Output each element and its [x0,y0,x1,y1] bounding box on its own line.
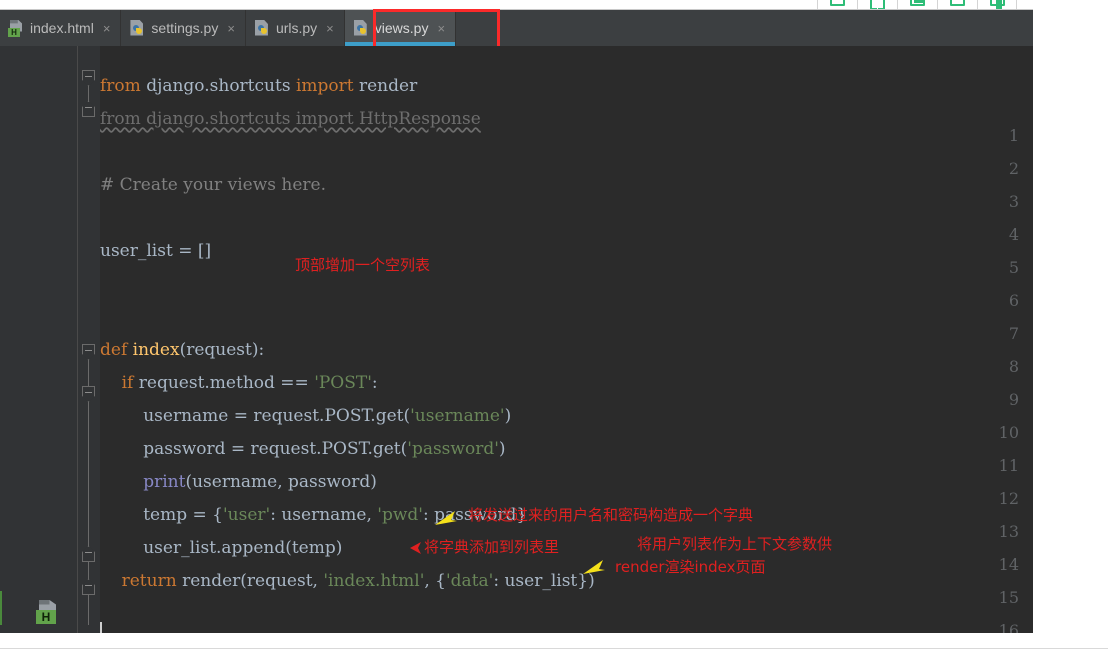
code-token: render [359,76,418,96]
code-token: from [100,76,147,96]
code-token: if [121,373,139,393]
coverage-button[interactable] [897,0,937,9]
fold-connector [88,86,89,102]
close-icon[interactable]: × [227,22,235,35]
code-token: 'user' [223,505,271,525]
code-token: (username, password) [185,472,377,492]
html-file-icon: H [8,19,24,37]
code-token: index [132,340,180,360]
code-token: 'index.html' [323,571,425,591]
coverage-icon [910,0,925,6]
vcs-change-stripe [0,591,2,625]
run-button[interactable] [817,0,857,9]
code-token: django.shortcuts [146,76,296,96]
code-token: def [100,340,133,360]
editor-tab-bar: H index.html × settings.py × urls.py × v… [0,10,1033,46]
python-file-icon [129,19,145,37]
fold-connector [88,360,89,390]
expand-icon [870,0,885,9]
close-icon[interactable]: × [103,22,111,35]
code-token: , { [424,571,446,591]
fold-connector [88,562,89,580]
code-token: ) [504,406,512,426]
code-token: 'data' [446,571,494,591]
code-token: return [121,571,183,591]
tab-views-py[interactable]: views.py × [344,10,457,46]
python-file-icon [254,19,270,37]
code-line-11: username = request.POST.get('username') [100,406,511,426]
tab-index-html[interactable]: H index.html × [0,10,122,46]
annotation-build-dict: 将发送过来的用户名和密码构造成一个字典 [468,506,754,524]
fold-connector [88,595,89,625]
code-fold-column [78,46,100,633]
code-text-area[interactable]: from django.shortcuts import render from… [100,46,1033,633]
code-token: : username, [270,505,378,525]
plugin-icon [989,0,1005,9]
code-line-12: password = request.POST.get('password') [100,439,506,459]
annotation-context-line2: render渲染index页面 [615,558,766,576]
code-token: print [143,472,186,492]
code-line-6: user_list = [] [100,241,211,261]
fold-connector [88,402,89,552]
code-line-15: user_list.append(temp) [100,538,342,558]
code-token: 'username' [410,406,505,426]
code-line-14: temp = {'user': username, 'pwd': passwor… [100,505,527,525]
html-gutter-icon-badge: H [36,610,56,624]
tab-label-settings-py: settings.py [151,20,219,36]
right-empty-area [1033,0,1108,657]
bottom-empty-pane [0,633,1108,657]
code-line-10: if request.method == 'POST': [100,373,378,393]
code-token: temp = { [100,505,223,525]
code-token: request.method == [138,373,315,393]
code-token: (request): [179,340,265,360]
code-token: : [371,373,378,393]
annotation-empty-list: 顶部增加一个空列表 [295,256,431,274]
close-icon[interactable]: × [326,22,334,35]
tab-label-index-html: index.html [30,20,94,36]
pycharm-editor-window: H index.html × settings.py × urls.py × v… [0,0,1108,657]
code-token: import [295,76,359,96]
top-toolbar-strip [0,0,1033,10]
code-token: : user_list}) [493,571,595,591]
close-icon[interactable]: × [437,22,445,35]
expand-button[interactable] [857,0,897,9]
toolbar-button-group [817,0,1017,9]
line-number-gutter [0,46,78,633]
code-token: user_list = [] [100,241,212,261]
html-file-icon-badge: H [8,27,20,37]
tab-urls-py[interactable]: urls.py × [245,10,345,46]
code-token: 'POST' [314,373,372,393]
tab-label-views-py: views.py [374,20,429,36]
code-line-4: # Create your views here. [100,175,326,195]
run-icon [830,0,845,6]
code-line-1: from django.shortcuts import render [100,76,417,96]
code-line-2: from django.shortcuts import HttpRespons… [100,109,481,129]
code-editor[interactable]: 1 2 3 4 5 6 7 8 9 10 11 12 13 14 15 16 H [0,46,1033,633]
code-token: 'pwd' [377,505,423,525]
code-token: # Create your views here. [100,175,326,195]
code-token: render(request, [182,571,324,591]
annotation-append-dict: 将字典添加到列表里 [424,538,560,556]
code-line-9: def index(request): [100,340,264,360]
code-line-13: print(username, password) [100,472,377,492]
tab-label-urls-py: urls.py [275,20,318,36]
code-token: from django.shortcuts import HttpRespons… [100,109,481,129]
code-token: user_list.append(temp) [100,538,343,558]
plugin-button[interactable] [977,0,1017,9]
code-token: ) [498,439,506,459]
bottom-separator [0,648,1108,649]
python-file-icon [353,19,369,37]
terminal-button[interactable] [937,0,977,9]
code-token: password = request.POST.get( [100,439,408,459]
annotation-context-line1: 将用户列表作为上下文参数供 [637,535,833,553]
code-line-16: return render(request, 'index.html', {'d… [100,571,595,591]
code-token: 'password' [407,439,499,459]
code-token: username = request.POST.get( [100,406,411,426]
html-file-gutter-icon[interactable]: H [36,600,58,624]
tab-settings-py[interactable]: settings.py × [121,10,246,46]
terminal-icon [950,0,965,6]
